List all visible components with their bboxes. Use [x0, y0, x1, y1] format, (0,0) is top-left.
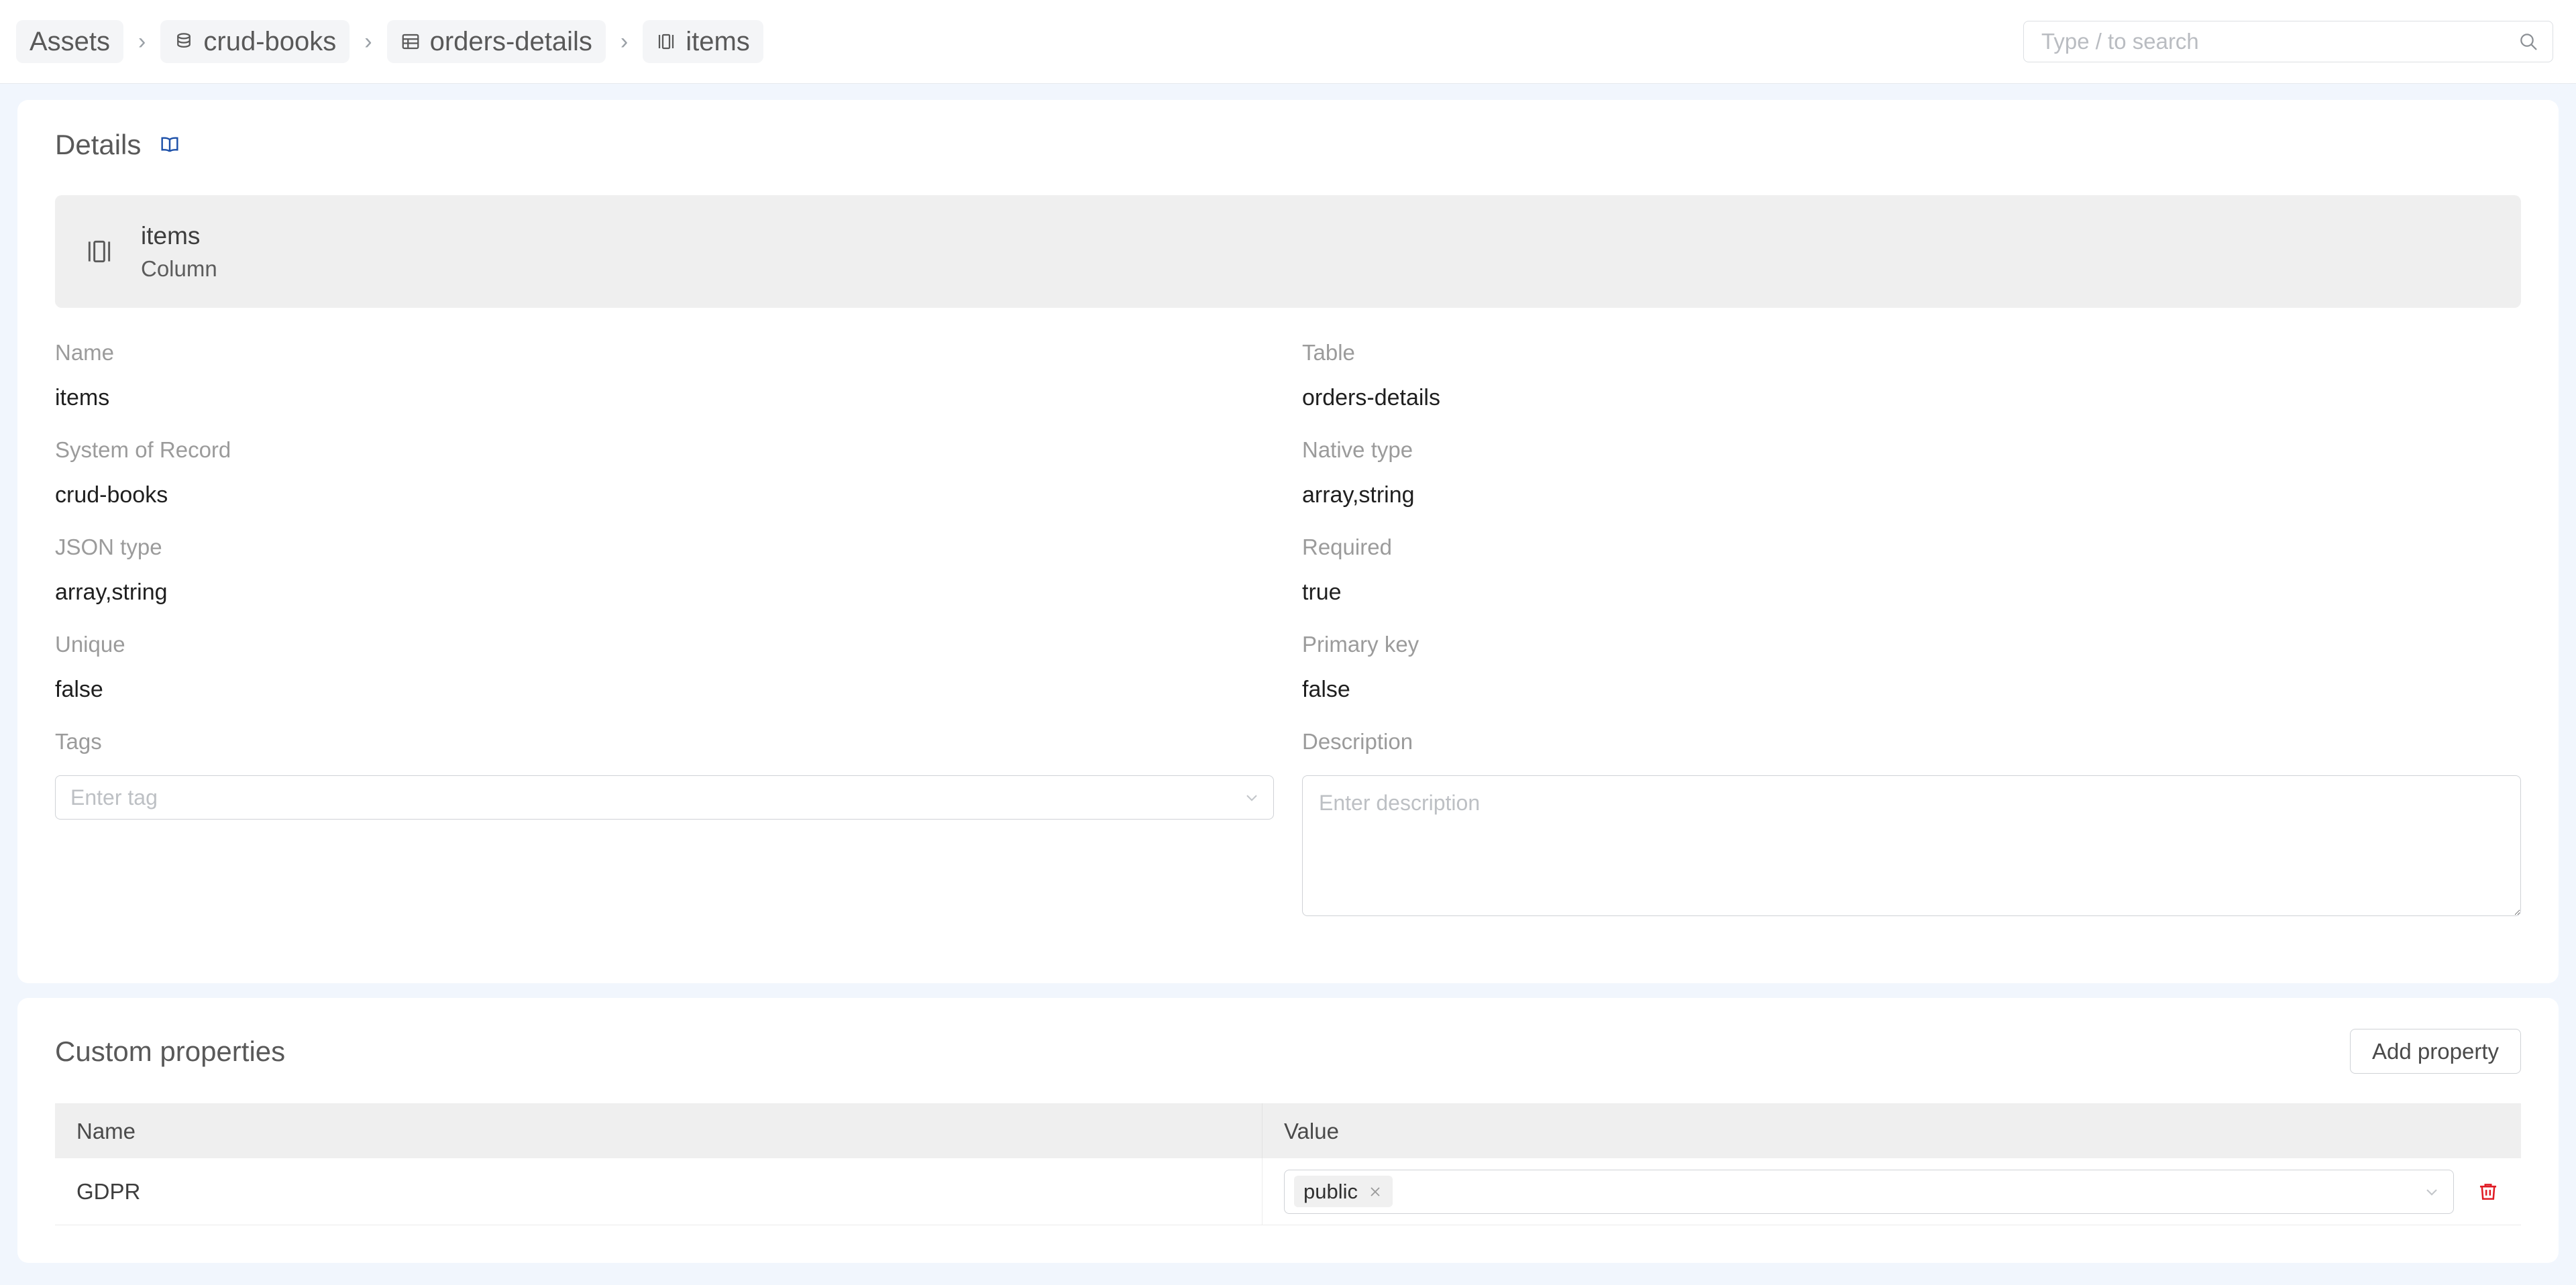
asset-summary-banner: items Column [55, 195, 2521, 308]
breadcrumb-label-crud-books: crud-books [203, 27, 337, 56]
breadcrumb-item-assets[interactable]: Assets [16, 20, 124, 63]
field-label: Table [1302, 340, 1355, 365]
breadcrumb-separator: › [620, 28, 629, 54]
chevron-down-icon[interactable] [2422, 1182, 2441, 1201]
table-row: GDPR public [55, 1158, 2521, 1225]
chevron-down-icon[interactable] [1242, 788, 1261, 807]
custom-properties-header: Custom properties Add property [55, 1029, 2521, 1074]
breadcrumb-label-assets: Assets [30, 27, 111, 56]
book-icon[interactable] [158, 133, 181, 156]
details-field-grid: Name items Table orders-details System o… [55, 341, 2521, 946]
description-label: Description [1302, 729, 1413, 754]
table-header-name: Name [55, 1103, 1263, 1158]
breadcrumb-item-items[interactable]: items [643, 20, 763, 63]
field-value: array,string [1302, 482, 1415, 508]
page-title: Details [55, 129, 142, 160]
field-unique: Unique false [55, 633, 1274, 730]
field-value: items [55, 385, 110, 410]
trash-icon[interactable] [2477, 1180, 2500, 1203]
field-value: true [1302, 579, 1342, 605]
column-icon [656, 32, 676, 52]
value-chip-label: public [1303, 1180, 1358, 1203]
asset-kind: Column [141, 256, 217, 281]
description-textarea[interactable] [1302, 775, 2521, 916]
add-property-button[interactable]: Add property [2350, 1029, 2521, 1074]
field-required: Required true [1302, 536, 2521, 633]
column-icon [85, 237, 114, 266]
details-card: Details items Column Name items Table or… [17, 100, 2559, 983]
asset-name: items [141, 222, 201, 249]
breadcrumb-label-orders-details: orders-details [429, 27, 592, 56]
field-name: Name items [55, 341, 1274, 439]
field-tags: Tags Enter tag [55, 730, 1274, 946]
search-container [2023, 21, 2553, 62]
breadcrumb-separator: › [138, 28, 146, 54]
field-value: false [55, 677, 103, 702]
property-name-cell: GDPR [55, 1158, 1263, 1225]
field-label: Required [1302, 535, 1392, 559]
table-icon [400, 32, 421, 52]
field-value: false [1302, 677, 1350, 702]
field-value: crud-books [55, 482, 168, 508]
breadcrumb: Assets › crud-books › orders-details › i… [16, 20, 763, 63]
field-label: JSON type [55, 535, 162, 559]
breadcrumb-item-crud-books[interactable]: crud-books [160, 20, 350, 63]
tags-input[interactable]: Enter tag [55, 775, 1274, 820]
details-header: Details [55, 131, 2521, 159]
field-system-of-record: System of Record crud-books [55, 439, 1274, 536]
table-header-row: Name Value [55, 1103, 2521, 1158]
search-input[interactable] [2040, 28, 2518, 55]
database-icon [174, 32, 194, 52]
field-label: Unique [55, 632, 125, 657]
tags-placeholder: Enter tag [70, 785, 158, 809]
custom-properties-title: Custom properties [55, 1035, 286, 1067]
table-header-value: Value [1263, 1103, 2521, 1158]
page-body: Details items Column Name items Table or… [0, 84, 2576, 1263]
column-header-label: Value [1284, 1118, 1339, 1143]
tags-label: Tags [55, 729, 102, 754]
close-icon[interactable] [1367, 1184, 1383, 1200]
breadcrumb-item-orders-details[interactable]: orders-details [386, 20, 606, 63]
property-value-select[interactable]: public [1284, 1169, 2454, 1214]
field-description: Description [1302, 730, 2521, 946]
field-native-type: Native type array,string [1302, 439, 2521, 536]
breadcrumb-separator: › [364, 28, 372, 54]
custom-properties-table: Name Value GDPR public [55, 1103, 2521, 1225]
field-label: System of Record [55, 437, 231, 462]
field-value: array,string [55, 579, 168, 605]
property-value-cell: public [1263, 1158, 2521, 1225]
field-label: Native type [1302, 437, 1413, 462]
field-label: Primary key [1302, 632, 1419, 657]
search-box[interactable] [2023, 21, 2553, 62]
custom-properties-card: Custom properties Add property Name Valu… [17, 998, 2559, 1263]
field-value: orders-details [1302, 385, 1440, 410]
field-primary-key: Primary key false [1302, 633, 2521, 730]
field-json-type: JSON type array,string [55, 536, 1274, 633]
top-bar: Assets › crud-books › orders-details › i… [0, 0, 2576, 84]
column-header-label: Name [76, 1118, 136, 1143]
field-table: Table orders-details [1302, 341, 2521, 439]
breadcrumb-label-items: items [686, 27, 750, 56]
search-icon[interactable] [2518, 31, 2539, 52]
value-chip[interactable]: public [1294, 1176, 1393, 1207]
field-label: Name [55, 340, 115, 365]
